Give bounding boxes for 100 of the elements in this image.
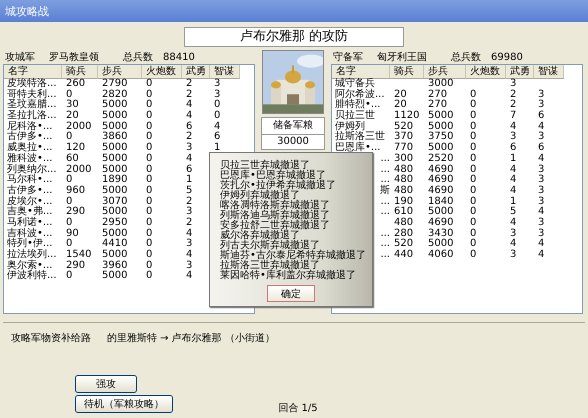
message-line: 拉斯洛三世弃城撤退了	[220, 261, 320, 271]
table-cell-text: 4690	[427, 218, 454, 228]
total-count: 88410	[163, 52, 196, 62]
battle-title: 卢布尔雅那 的攻防	[184, 27, 404, 47]
table-cell-text: 1890	[101, 175, 128, 186]
table-cell-text: 0	[469, 218, 478, 228]
table-cell-text: 5000	[101, 154, 128, 164]
table-cell-text: 270	[427, 100, 448, 110]
table-cell-text: 60	[65, 154, 80, 164]
table-cell-text: 5000	[101, 111, 128, 122]
table-cell-text: 20	[393, 90, 408, 100]
table-cell-text: 0	[469, 164, 478, 174]
table-cell-text: 4	[509, 239, 518, 250]
table-cell-text: 3	[537, 186, 546, 196]
table-cell-text: 0	[469, 100, 478, 110]
column-header[interactable]: 名字	[332, 65, 390, 79]
table-cell-text: 2820	[101, 90, 128, 100]
table-cell-text: 0	[145, 250, 154, 260]
table-cell-text: 1840	[427, 196, 454, 207]
column-header[interactable]: 骑兵	[390, 65, 424, 79]
table-cell-text: 5000	[101, 164, 128, 174]
table-cell-text: 4	[213, 122, 222, 132]
table-cell-text: 0	[469, 132, 478, 142]
column-header[interactable]: 步兵	[98, 65, 142, 79]
column-header[interactable]: 骑兵	[62, 65, 98, 79]
command-button[interactable]: 强攻	[75, 375, 137, 393]
supply-route: 的里雅斯特 → 卢布尔雅那 （小街道）	[107, 332, 275, 345]
table-cell-text: 3960	[101, 260, 128, 271]
table-cell-text: 3070	[101, 196, 128, 207]
table-cell-text: 3	[185, 239, 194, 250]
table-cell-text: 圣玟嘉腊...	[6, 100, 58, 110]
table-cell-text: 480	[393, 175, 414, 186]
column-header[interactable]: 武勇	[506, 65, 534, 79]
table-cell-text: 2000	[65, 164, 92, 174]
table-cell-text: 3	[185, 207, 194, 218]
table-cell-text: 440	[393, 250, 414, 261]
column-header[interactable]: 武勇	[182, 65, 210, 79]
message-line: 列古夫尔斯弃城撤退了	[220, 241, 320, 251]
table-cell-text: 6	[185, 164, 194, 174]
table-cell-text: 0	[65, 239, 74, 250]
table-cell-text: 2000	[65, 122, 92, 132]
table-cell-text: 伊波利特...	[6, 271, 58, 282]
table-cell-text: 1120	[393, 111, 420, 122]
table-cell-text: 0	[145, 143, 154, 154]
table-cell-text: 0	[65, 196, 72, 207]
table-cell-text: 3750	[427, 132, 454, 142]
table-cell-text: 4	[185, 111, 194, 122]
table-cell-text: 拉斯洛三世	[334, 132, 386, 142]
table-cell-text: 0	[469, 143, 478, 154]
table-cell-text: 5000	[101, 271, 128, 282]
turn-counter: 回合 1/5	[278, 402, 318, 415]
table-cell-text: 5000	[101, 100, 128, 110]
table-cell-text: 120	[65, 143, 86, 154]
table-cell-text: 列奥纳尔...	[6, 164, 58, 174]
table-cell-text: 4690	[427, 175, 454, 186]
column-header[interactable]: 智谋	[534, 65, 564, 79]
table-cell-text: 290	[65, 260, 86, 271]
table-cell-text: 3	[185, 260, 194, 271]
table-cell-text: 阿尔希波...	[334, 90, 386, 100]
table-cell-text: 5000	[101, 250, 128, 260]
table-cell-text: 0	[65, 271, 74, 282]
table-cell-text: 斯	[379, 186, 390, 197]
table-cell-text: 5	[509, 207, 518, 218]
table-cell-text: 马利诺•...	[6, 218, 54, 228]
table-cell-text: 4	[185, 250, 194, 260]
table-cell-text: 0	[65, 132, 74, 142]
table-cell-text: 特列•伊...	[6, 239, 54, 250]
table-cell-text: 0	[145, 218, 154, 228]
column-header[interactable]: 火炮数	[142, 65, 182, 79]
table-cell-text: 3	[537, 100, 546, 110]
table-cell-text: 贝拉三世	[334, 111, 376, 122]
table-cell-text: 4	[509, 164, 518, 174]
column-header[interactable]: 智谋	[210, 65, 240, 79]
table-cell-text: 0	[145, 100, 154, 110]
ok-button[interactable]: 确定	[267, 285, 315, 302]
column-header[interactable]: 步兵	[424, 65, 466, 79]
table-cell-text: 0	[469, 250, 478, 261]
table-cell-text: 4	[509, 175, 518, 186]
table-cell-text: 城守备兵	[334, 79, 376, 89]
table-cell-text: 280	[393, 228, 414, 239]
table-cell-text: 4	[185, 154, 194, 164]
table-cell-text: 3	[509, 250, 518, 261]
table-cell-text: 0	[145, 164, 154, 174]
table-cell-text: 0	[145, 271, 154, 282]
table-cell-text: 0	[469, 122, 478, 132]
table-cell-text: 0	[145, 239, 154, 250]
table-cell-text: 4690	[427, 186, 454, 196]
command-button[interactable]: 待机（军粮攻略）	[75, 395, 173, 413]
table-cell-text: 3	[213, 79, 222, 90]
table-cell-text: 7	[509, 111, 518, 122]
column-header[interactable]: 火炮数	[466, 65, 506, 79]
table-cell-text: 4	[537, 207, 546, 218]
table-cell-text: ...	[379, 239, 390, 250]
column-header[interactable]: 名字	[4, 65, 62, 79]
table-cell-text: ...	[379, 175, 390, 186]
table-cell-text: 4	[509, 122, 518, 132]
table-cell-text: 巴恩库•...	[334, 143, 382, 154]
table-cell-text: ...	[379, 207, 390, 218]
table-cell-text: 1	[509, 196, 518, 207]
table-cell-text: 1	[509, 154, 518, 164]
